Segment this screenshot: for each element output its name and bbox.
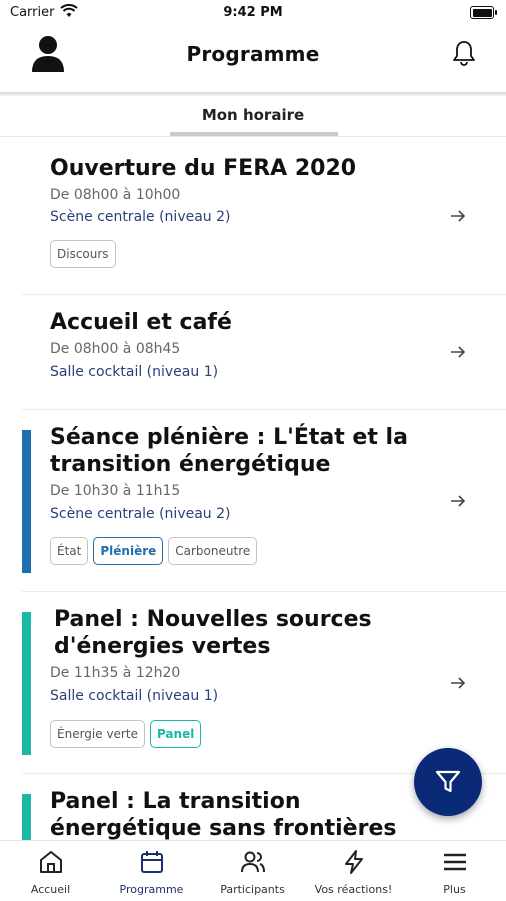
tag-pleniere[interactable]: Plénière bbox=[93, 537, 164, 565]
session-tags: Énergie verte Panel bbox=[50, 720, 202, 748]
tag-carboneutre[interactable]: Carboneutre bbox=[168, 537, 258, 565]
session-location: Salle cocktail (niveau 1) bbox=[50, 688, 219, 704]
session-title: Panel : La transition énergétique sans f… bbox=[50, 789, 397, 841]
menu-icon bbox=[444, 853, 466, 871]
tag-energie-verte[interactable]: Énergie verte bbox=[50, 720, 145, 748]
status-bar: Carrier 9:42 PM bbox=[0, 0, 506, 26]
session-card[interactable]: Accueil et café De 08h00 à 08h45 Salle c… bbox=[22, 295, 506, 410]
tag-panel[interactable]: Panel bbox=[149, 720, 202, 748]
session-location: Scène centrale (niveau 2) bbox=[50, 506, 231, 522]
arrow-right-icon bbox=[451, 210, 466, 222]
battery-icon bbox=[470, 6, 497, 19]
session-list: Ouverture du FERA 2020 De 08h00 à 10h00 … bbox=[0, 141, 506, 841]
session-location: Salle cocktail (niveau 1) bbox=[50, 364, 219, 380]
filter-button[interactable] bbox=[414, 748, 482, 816]
tab-mon-horaire[interactable]: Mon horaire bbox=[0, 106, 506, 124]
tabbar-label: Participants bbox=[220, 883, 285, 896]
bottom-tab-bar: Accueil Programme Participants Vos réact… bbox=[0, 840, 506, 901]
session-time: De 10h30 à 11h15 bbox=[50, 483, 181, 499]
tabbar-item-programme[interactable]: Programme bbox=[101, 841, 202, 901]
arrow-right-icon bbox=[451, 346, 466, 358]
tabbar-label: Plus bbox=[443, 883, 466, 896]
session-title: Panel : Nouvelles sources d'énergies ver… bbox=[54, 607, 372, 659]
page-title: Programme bbox=[186, 42, 320, 66]
tabbar-item-participants[interactable]: Participants bbox=[202, 841, 303, 901]
session-tags: Discours bbox=[50, 240, 116, 268]
arrow-right-icon bbox=[451, 495, 466, 507]
session-time: De 08h00 à 10h00 bbox=[50, 187, 181, 203]
people-icon bbox=[241, 851, 265, 873]
tabbar-label: Accueil bbox=[30, 883, 71, 896]
filter-icon bbox=[435, 770, 461, 793]
session-location: Scène centrale (niveau 2) bbox=[50, 209, 231, 225]
tag-discours[interactable]: Discours bbox=[50, 240, 116, 268]
calendar-icon bbox=[141, 851, 163, 873]
tab-strip: Mon horaire bbox=[0, 96, 506, 138]
tabbar-label: Vos réactions! bbox=[314, 883, 393, 896]
tabbar-item-accueil[interactable]: Accueil bbox=[0, 841, 101, 901]
session-accent-bar bbox=[22, 612, 31, 755]
session-accent-bar bbox=[22, 794, 31, 841]
app-header: Programme bbox=[0, 26, 506, 92]
tabbar-item-plus[interactable]: Plus bbox=[404, 841, 505, 901]
session-title: Ouverture du FERA 2020 bbox=[50, 156, 357, 181]
session-tags: État Plénière Carboneutre bbox=[50, 537, 258, 565]
session-card[interactable]: Panel : Nouvelles sources d'énergies ver… bbox=[22, 592, 506, 774]
tag-etat[interactable]: État bbox=[50, 537, 89, 565]
session-card[interactable]: Séance plénière : L'État et la transitio… bbox=[22, 410, 506, 592]
session-accent-bar bbox=[22, 430, 31, 573]
lightning-icon bbox=[345, 850, 363, 874]
notifications-bell-icon[interactable] bbox=[452, 40, 476, 66]
status-time: 9:42 PM bbox=[223, 5, 283, 20]
arrow-right-icon bbox=[451, 677, 466, 689]
session-time: De 11h35 à 12h20 bbox=[50, 665, 181, 681]
home-icon bbox=[40, 851, 62, 873]
session-title: Accueil et café bbox=[50, 310, 232, 335]
session-card[interactable]: Ouverture du FERA 2020 De 08h00 à 10h00 … bbox=[22, 141, 506, 295]
tabbar-label: Programme bbox=[119, 883, 184, 896]
session-title: Séance plénière : L'État et la transitio… bbox=[50, 425, 408, 477]
session-time: De 08h00 à 08h45 bbox=[50, 341, 181, 357]
tabbar-item-reactions[interactable]: Vos réactions! bbox=[303, 841, 404, 901]
tab-divider bbox=[0, 136, 506, 137]
